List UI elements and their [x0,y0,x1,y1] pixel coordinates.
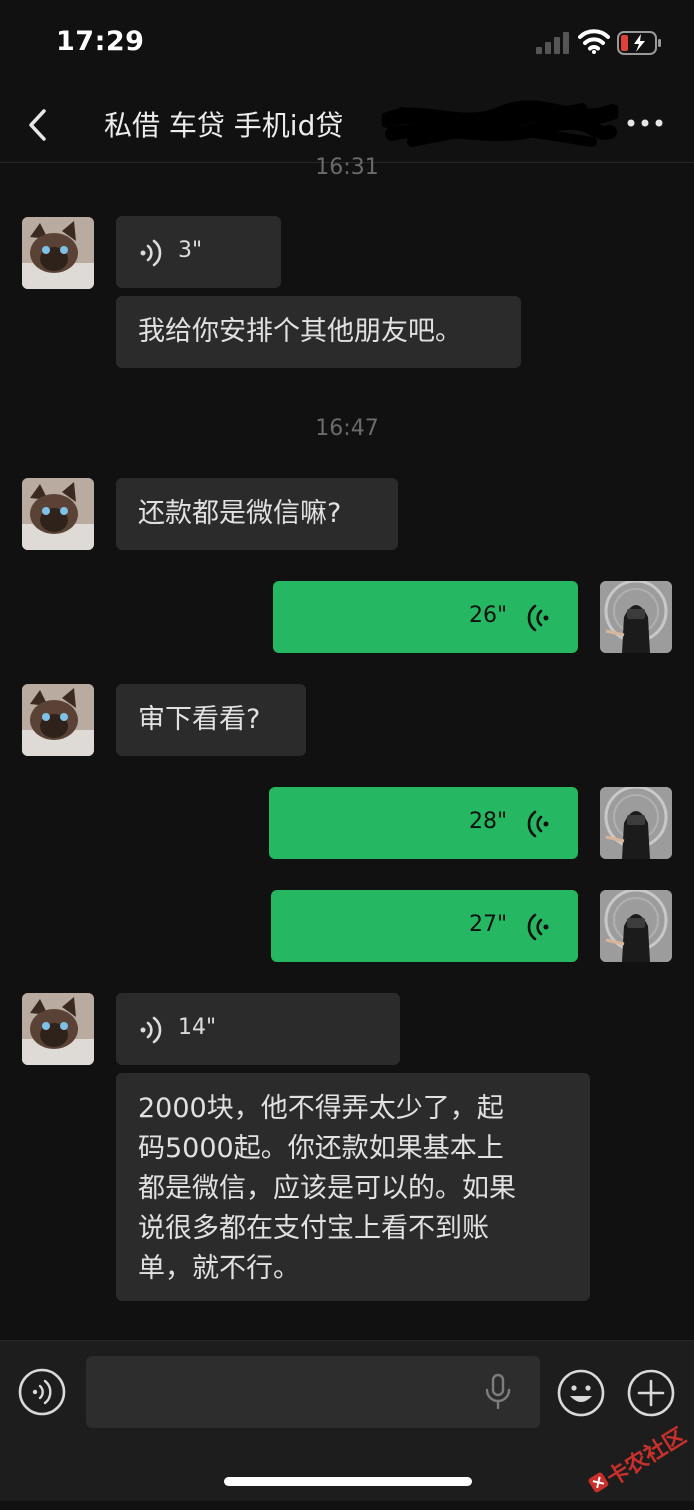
text-message-in[interactable]: 我给你安排个其他朋友吧。 [116,296,521,368]
cat-avatar-image [22,993,94,1065]
text-message-in[interactable]: 还款都是微信嘛? [116,478,398,550]
home-indicator [224,1477,472,1486]
message-line: 2000块，他不得弄太少了，起 [138,1093,504,1124]
signal-icon [536,32,569,54]
cat-avatar-image [22,217,94,289]
hooded-figure-avatar-image [600,787,672,859]
chevron-left-icon[interactable] [24,106,54,144]
avatar[interactable] [600,890,672,962]
cat-avatar-image [22,684,94,756]
avatar[interactable] [22,478,94,550]
message-text: 我给你安排个其他朋友吧。 [138,316,462,347]
text-message-in[interactable]: 2000块，他不得弄太少了，起 码5000起。你还款如果基本上 都是微信，应该是… [116,1073,590,1301]
message-text: 还款都是微信嘛? [138,498,342,529]
timestamp: 16:47 [315,416,379,441]
timestamp: 16:31 [315,155,379,180]
voice-wave-icon [527,913,549,941]
voice-duration: 26" [469,603,508,628]
chat-title: 私借 车贷 手机id贷 [104,109,344,142]
input-bar: 卡农社区 [0,1340,694,1501]
voice-message-in[interactable]: 14" [116,993,400,1065]
avatar[interactable] [600,787,672,859]
more-dots-icon[interactable] [626,110,664,136]
redaction-scribble [382,100,618,147]
voice-message-out[interactable]: 27" [271,890,578,962]
voice-wave-icon [140,239,162,267]
battery-icon [617,31,661,55]
mic-icon[interactable] [484,1373,512,1411]
hooded-figure-avatar-image [600,581,672,653]
message-text: 2000块，他不得弄太少了，起 码5000起。你还款如果基本上 都是微信，应该是… [116,1073,590,1305]
status-bar: 17:29 [0,0,694,88]
wifi-icon [578,29,610,54]
status-time: 17:29 [56,26,145,57]
watermark: 卡农社区 [580,1416,693,1509]
message-line: 码5000起。你还款如果基本上 [138,1133,504,1164]
text-message-in[interactable]: 审下看看? [116,684,306,756]
voice-wave-icon [140,1016,162,1044]
avatar[interactable] [600,581,672,653]
voice-duration: 3" [178,238,203,263]
avatar[interactable] [22,993,94,1065]
emoji-icon[interactable] [556,1368,606,1418]
message-input[interactable] [86,1356,540,1428]
voice-message-out[interactable]: 28" [269,787,578,859]
avatar[interactable] [22,684,94,756]
voice-duration: 27" [469,912,508,937]
voice-message-out[interactable]: 26" [273,581,578,653]
watermark-text: 卡农社区 [602,1423,691,1492]
voice-wave-icon [527,604,549,632]
cat-avatar-image [22,478,94,550]
voice-wave-icon [527,810,549,838]
plus-icon[interactable] [626,1368,676,1418]
voice-duration: 28" [469,809,508,834]
voice-mode-icon[interactable] [18,1368,66,1416]
voice-duration: 14" [178,1015,217,1040]
avatar[interactable] [22,217,94,289]
message-line: 都是微信，应该是可以的。如果 [138,1173,516,1204]
voice-message-in[interactable]: 3" [116,216,281,288]
message-line: 单，就不行。 [138,1253,300,1284]
message-text: 审下看看? [138,704,261,735]
chat-header: 私借 车贷 手机id贷 [0,88,694,163]
message-line: 说很多都在支付宝上看不到账 [138,1213,489,1244]
hooded-figure-avatar-image [600,890,672,962]
